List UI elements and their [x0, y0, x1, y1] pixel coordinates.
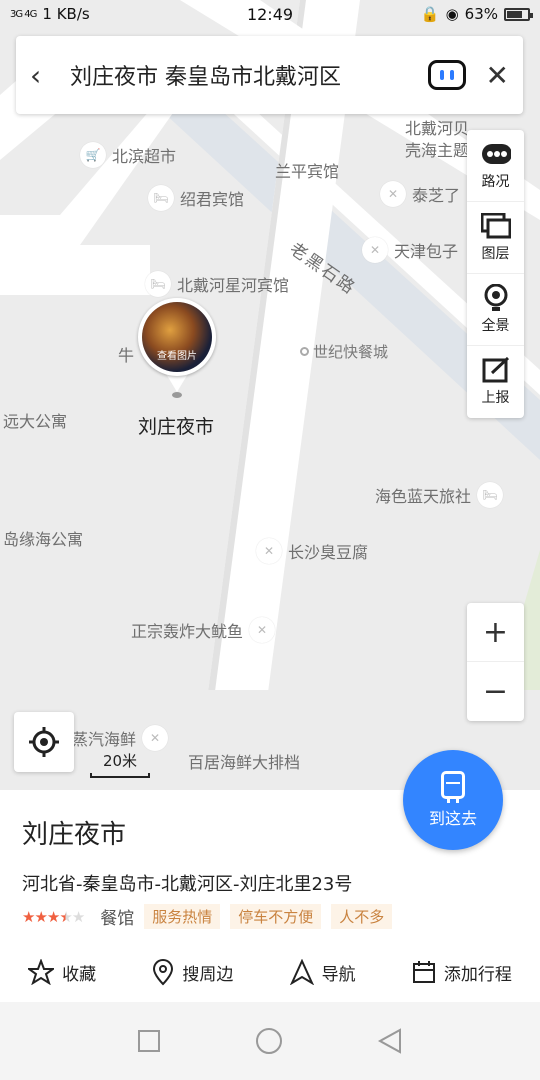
- star-filled-icon: ★: [34, 907, 47, 926]
- bus-icon: [441, 771, 465, 803]
- marker-bubble[interactable]: 查看图片: [138, 298, 216, 376]
- poi-dot-icon: [300, 347, 309, 356]
- system-nav-bar: [0, 1002, 540, 1080]
- voice-assistant-icon[interactable]: [427, 60, 466, 90]
- tool-report[interactable]: 上报: [467, 346, 524, 418]
- location-pin-icon: [153, 958, 174, 986]
- map-tools-panel: 路况 图层 全景 上报: [467, 130, 524, 418]
- poi-hotel[interactable]: 🛏 北戴河星河宾馆: [145, 271, 289, 297]
- poi-apartment[interactable]: 远大公寓: [3, 408, 67, 432]
- navigation-arrow-icon: [289, 959, 314, 985]
- place-photo[interactable]: 查看图片: [142, 302, 212, 372]
- poi-restaurant[interactable]: ✕ 长沙臭豆腐: [256, 538, 368, 564]
- go-here-button[interactable]: 到这去: [403, 750, 503, 850]
- back-triangle-icon[interactable]: [377, 1028, 403, 1054]
- tool-panorama[interactable]: 全景: [467, 274, 524, 346]
- star-outline-icon: [28, 959, 55, 985]
- zoom-out-button[interactable]: −: [467, 662, 524, 721]
- place-category: 餐馆: [100, 909, 135, 929]
- place-tag: 服务热情: [144, 904, 221, 929]
- restaurant-icon: ✕: [249, 617, 276, 643]
- zoom-in-button[interactable]: +: [467, 603, 524, 662]
- place-name: 刘庄夜市: [22, 820, 127, 850]
- signal-icon: 3G 4G: [10, 8, 37, 20]
- tool-traffic[interactable]: 路况: [467, 130, 524, 202]
- star-half-icon: ★: [59, 907, 72, 926]
- poi-restaurant[interactable]: ✕ 天津包子: [362, 237, 458, 263]
- zoom-controls: + −: [467, 603, 524, 721]
- add-itinerary-button[interactable]: 添加行程: [412, 958, 512, 986]
- map-scale: 20米: [90, 750, 150, 778]
- calendar-icon: [412, 961, 435, 983]
- close-icon[interactable]: ✕: [486, 59, 509, 92]
- poi-apartment[interactable]: 岛缘海公寓: [3, 526, 83, 550]
- crosshair-icon: [29, 727, 59, 757]
- back-arrow-icon[interactable]: ‹: [30, 59, 64, 92]
- poi-supermarket[interactable]: 🛒 北滨超市: [80, 142, 176, 168]
- bed-icon: 🛏: [148, 185, 174, 211]
- marker-dot: [172, 392, 182, 398]
- rating-stars: ★★★★★: [22, 907, 85, 926]
- restaurant-icon: ✕: [256, 538, 282, 564]
- poi-restaurant[interactable]: 百居海鲜大排档: [188, 723, 300, 773]
- star-filled-icon: ★: [22, 907, 35, 926]
- search-nearby-button[interactable]: 搜周边: [152, 958, 233, 986]
- tool-layers[interactable]: 图层: [467, 202, 524, 274]
- panorama-icon: [481, 283, 511, 311]
- traffic-icon: [481, 141, 511, 167]
- location-icon: ◉: [445, 5, 459, 23]
- star-filled-icon: ★: [46, 907, 60, 926]
- poi-hotel[interactable]: 🛏 绍君宾馆: [148, 185, 244, 211]
- status-bar: 3G 4G 1 KB/s 12:49 🔒 ◉ 63%: [0, 0, 540, 28]
- clock: 12:49: [246, 4, 294, 24]
- marker-label: 刘庄夜市: [138, 416, 215, 438]
- shopping-cart-icon: 🛒: [80, 142, 106, 168]
- bed-icon: 🛏: [477, 482, 504, 508]
- poi-hotel[interactable]: 兰平宾馆: [275, 136, 339, 182]
- place-marker[interactable]: 查看图片: [138, 298, 216, 398]
- layers-icon: [480, 212, 511, 239]
- map-view[interactable]: 老黑石路 🛒 北滨超市 兰平宾馆 🛏 绍君宾馆 ✕ 泰芝了 ✕ 天津包子 🛏 北戴河星河宾…: [0, 0, 540, 790]
- place-meta: ★★★★★ 餐馆 服务热情 停车不方便 人不多: [22, 904, 393, 929]
- favorite-button[interactable]: 收藏: [28, 958, 96, 986]
- search-bar[interactable]: ‹ 刘庄夜市 秦皇岛市北戴河区 ✕: [16, 36, 523, 114]
- poi-hotel[interactable]: 海色蓝天旅社 🛏: [375, 482, 504, 508]
- network-speed: 1 KB/s: [42, 5, 90, 23]
- star-empty-icon: ★: [71, 907, 85, 926]
- search-query[interactable]: 刘庄夜市 秦皇岛市北戴河区: [70, 59, 428, 91]
- place-tag: 人不多: [331, 904, 393, 929]
- poi-hotel[interactable]: 北戴河贝壳海主题: [405, 118, 475, 162]
- battery-icon: [504, 7, 533, 21]
- action-bar: 收藏 搜周边 导航 添加行程: [0, 958, 540, 986]
- poi-restaurant[interactable]: 蒸汽海鲜 ✕: [72, 725, 169, 751]
- bed-icon: 🛏: [145, 271, 171, 297]
- poi-restaurant[interactable]: 正宗轰炸大鱿鱼 ✕: [131, 617, 276, 643]
- recents-square-icon[interactable]: [137, 1029, 161, 1053]
- restaurant-icon: ✕: [362, 237, 388, 263]
- home-circle-icon[interactable]: [255, 1027, 283, 1055]
- restaurant-icon: ✕: [380, 181, 406, 207]
- place-tag: 停车不方便: [230, 904, 322, 929]
- poi-partial[interactable]: 牛: [118, 342, 134, 366]
- restaurant-icon: ✕: [142, 725, 169, 751]
- navigate-button[interactable]: 导航: [289, 958, 356, 986]
- lock-icon: 🔒: [420, 5, 440, 23]
- report-icon: [481, 357, 511, 383]
- poi-fastfood[interactable]: 世纪快餐城: [300, 341, 388, 362]
- scale-bar: [90, 773, 150, 778]
- poi-restaurant[interactable]: ✕ 泰芝了: [380, 181, 460, 207]
- place-address: 河北省-秦皇岛市-北戴河区-刘庄北里23号: [22, 874, 353, 895]
- locate-me-button[interactable]: [14, 712, 74, 772]
- battery-percent: 63%: [464, 5, 498, 23]
